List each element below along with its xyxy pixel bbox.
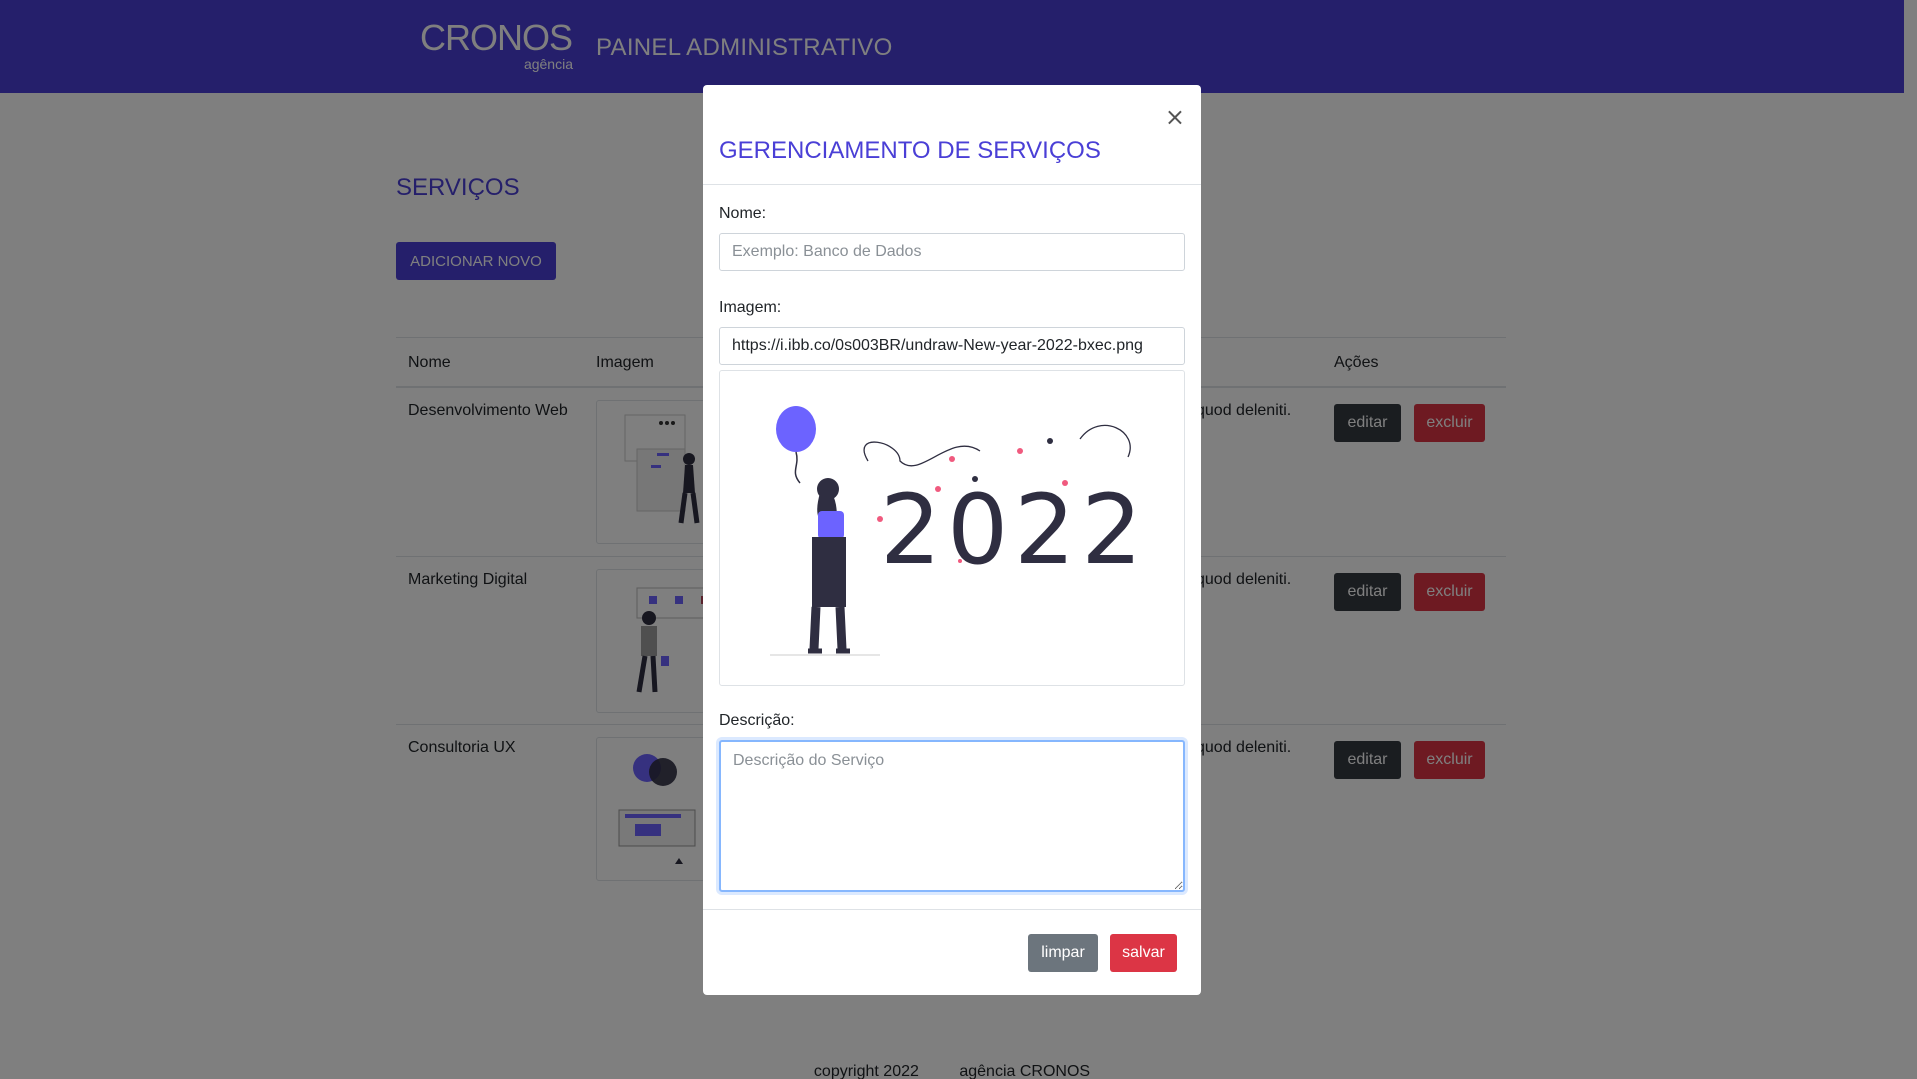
modal-footer-divider (703, 909, 1201, 910)
preview-year-text: 2022 (880, 474, 1148, 586)
name-label: Nome: (719, 205, 767, 222)
modal-header-divider (703, 184, 1201, 185)
description-label: Descrição: (719, 712, 795, 729)
service-modal: × GERENCIAMENTO DE SERVIÇOS Nome: Imagem… (703, 85, 1201, 995)
description-textarea[interactable] (719, 740, 1185, 892)
save-button[interactable]: salvar (1110, 934, 1177, 972)
name-input[interactable] (719, 233, 1185, 271)
balloon-icon (776, 406, 816, 452)
modal-title: GERENCIAMENTO DE SERVIÇOS (719, 137, 1101, 164)
close-icon[interactable]: × (1165, 105, 1185, 129)
image-label: Imagem: (719, 299, 782, 316)
image-url-input[interactable] (719, 327, 1185, 365)
image-preview: 2022 (719, 370, 1185, 686)
clear-button[interactable]: limpar (1028, 934, 1098, 972)
